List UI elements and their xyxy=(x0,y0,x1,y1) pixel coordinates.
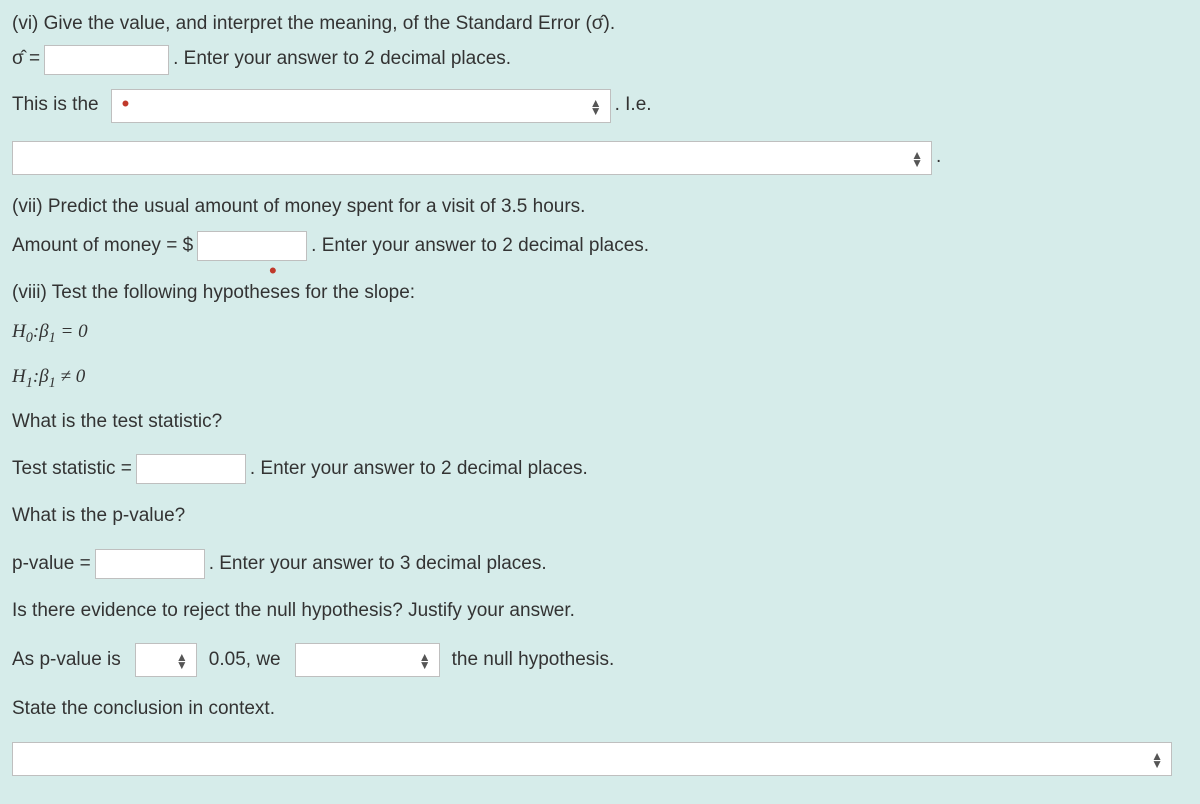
as-p-label: As p-value is xyxy=(12,646,121,675)
updown-icon: ▲▼ xyxy=(911,150,923,166)
updown-icon: ▲▼ xyxy=(419,652,431,668)
h1-hypothesis: H1:β1 ≠ 0 xyxy=(12,363,85,394)
conclusion-select[interactable]: ▲▼ xyxy=(12,742,1172,776)
what-p-label: What is the p-value? xyxy=(12,502,1188,531)
this-is-the-label: This is the xyxy=(12,91,99,120)
what-ts-label: What is the test statistic? xyxy=(12,408,1188,437)
updown-icon: ▲▼ xyxy=(1151,751,1163,767)
updown-icon: ▲▼ xyxy=(590,98,602,114)
evidence-label: Is there evidence to reject the null hyp… xyxy=(12,597,1188,626)
q8-prompt: (viii) Test the following hypotheses for… xyxy=(12,279,1188,308)
ts-input[interactable] xyxy=(136,454,246,484)
ts-label: Test statistic = xyxy=(12,455,132,484)
h0-hypothesis: H0:β1 = 0 xyxy=(12,318,88,349)
amount-input[interactable] xyxy=(197,231,307,261)
decision-select[interactable]: ▲▼ xyxy=(295,643,440,677)
comparator-select[interactable]: ▲▼ xyxy=(135,643,197,677)
null-hyp-label: the null hypothesis. xyxy=(452,646,615,675)
amount-after: . Enter your answer to 2 decimal places. xyxy=(311,232,649,261)
trailing-period: . xyxy=(936,143,941,172)
p-after: . Enter your answer to 3 decimal places. xyxy=(209,550,547,579)
q7-prompt: (vii) Predict the usual amount of money … xyxy=(12,193,1188,222)
threshold-label: 0.05, we xyxy=(209,646,281,675)
amount-label: Amount of money = $ xyxy=(12,232,193,261)
sigma-after: . Enter your answer to 2 decimal places. xyxy=(173,45,511,74)
p-label: p-value = xyxy=(12,550,91,579)
ie-select[interactable]: ▲▼ xyxy=(12,141,932,175)
ie-label: . I.e. xyxy=(615,91,652,120)
q6-prompt: (vi) Give the value, and interpret the m… xyxy=(12,10,1188,39)
updown-icon: ▲▼ xyxy=(176,652,188,668)
sigma-input[interactable] xyxy=(44,45,169,75)
sigma-label: σ̂ = xyxy=(12,45,40,74)
this-is-the-select[interactable]: • ▲▼ xyxy=(111,89,611,123)
conclusion-label: State the conclusion in context. xyxy=(12,695,1188,724)
ts-after: . Enter your answer to 2 decimal places. xyxy=(250,455,588,484)
p-input[interactable] xyxy=(95,549,205,579)
